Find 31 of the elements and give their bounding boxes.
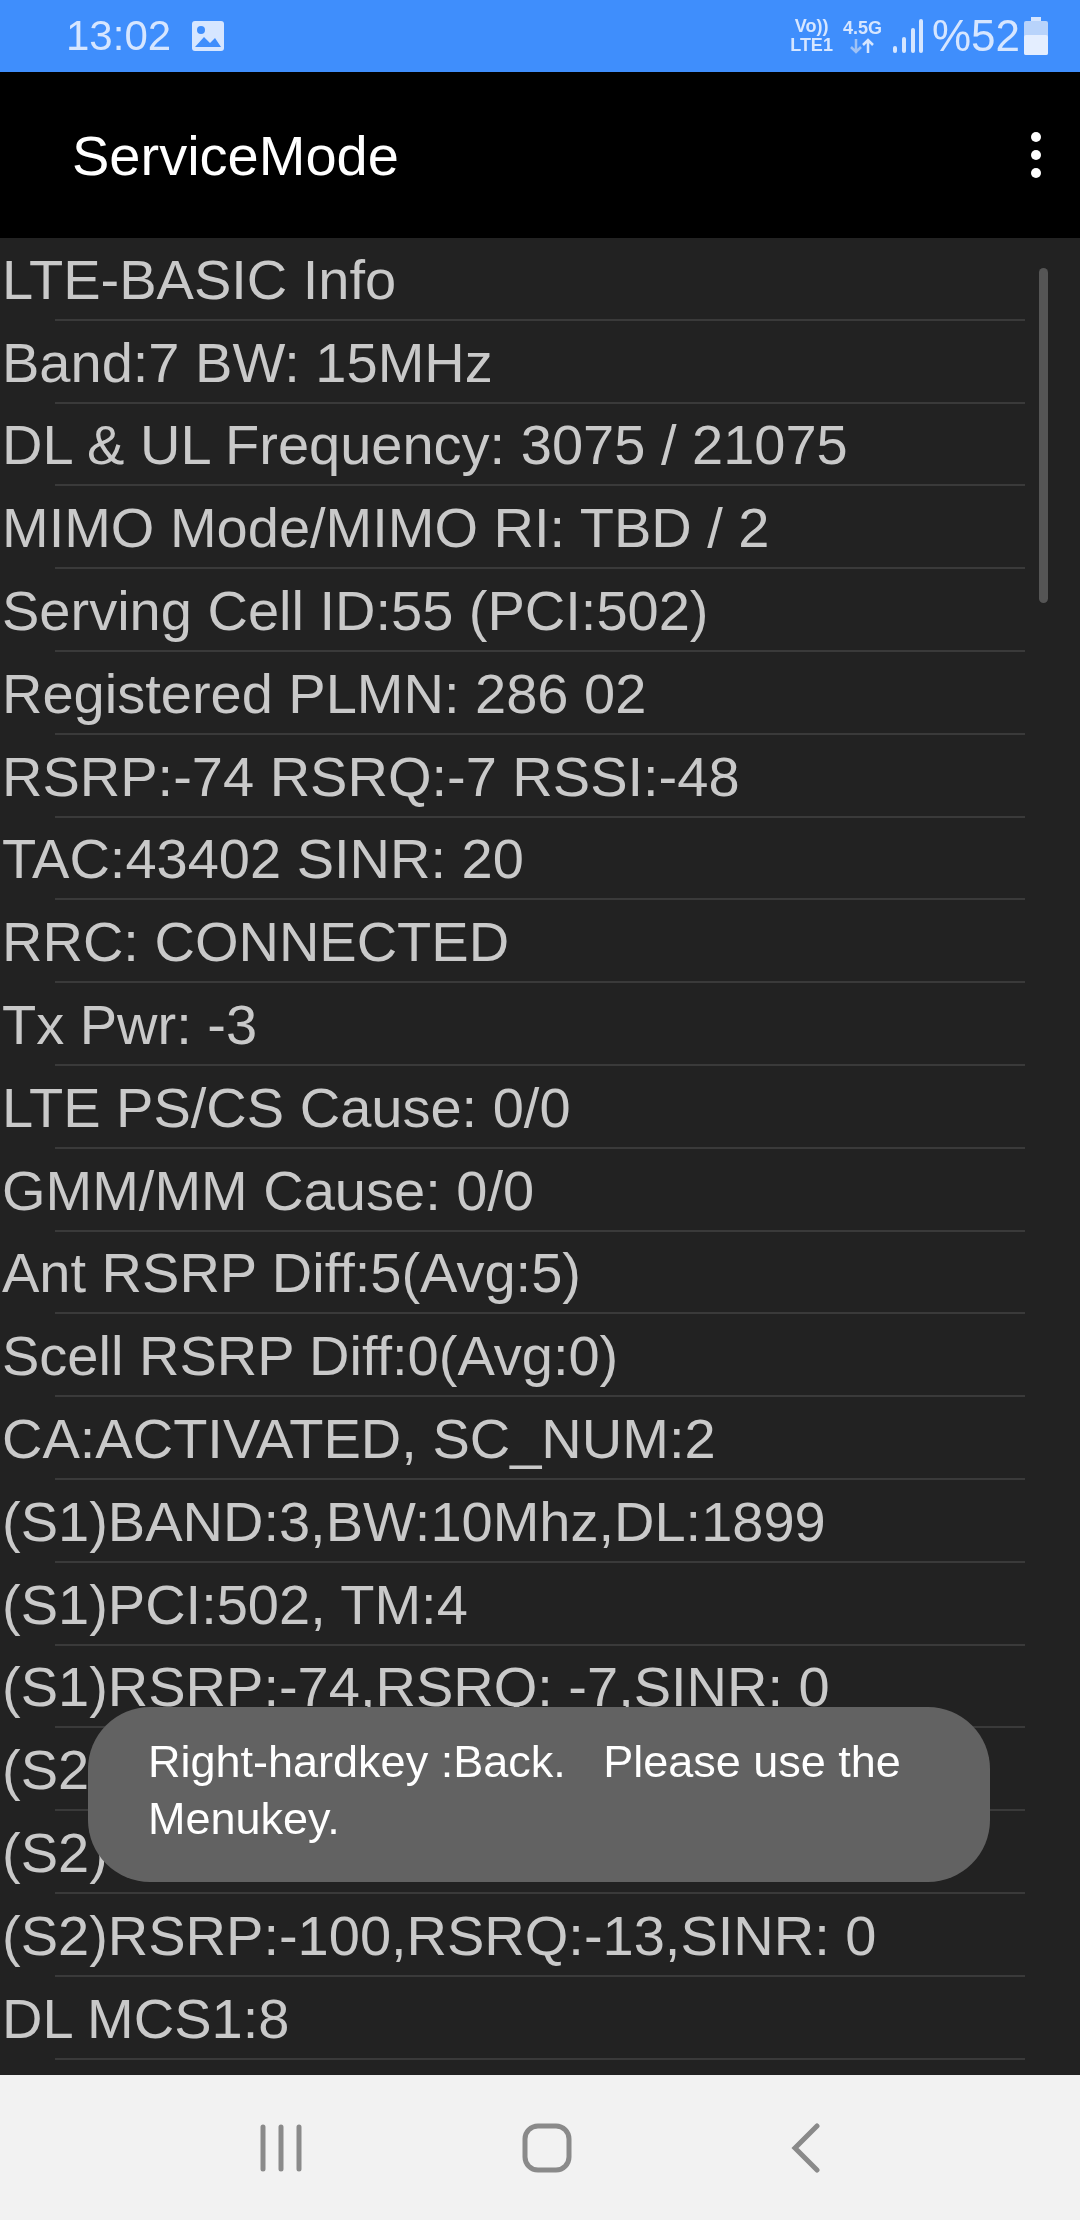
info-line: Band:7 BW: 15MHz (1, 329, 493, 395)
info-line: Registered PLMN: 286 02 (1, 660, 647, 726)
info-line: Serving Cell ID:55 (PCI:502) (1, 578, 709, 644)
info-line: TAC:43402 SINR: 20 (1, 826, 524, 892)
signal-icon (891, 18, 924, 54)
battery-percent: %52 (931, 11, 1020, 61)
clock: 13:02 (66, 12, 172, 60)
info-line: LTE PS/CS Cause: 0/0 (1, 1074, 571, 1140)
info-line: RSRP:-74 RSRQ:-7 RSSI:-48 (1, 743, 740, 809)
info-line: (S2)RSRP:-100,RSRQ:-13,SINR: 0 (1, 1902, 877, 1968)
battery-icon (1024, 17, 1048, 55)
info-line: CA:ACTIVATED, SC_NUM:2 (1, 1406, 716, 1472)
info-line: (S1)PCI:502, TM:4 (1, 1571, 468, 1637)
sim-label: LTE1 (790, 36, 833, 55)
info-line: Tx Pwr: -3 (1, 992, 258, 1058)
app-title: ServiceMode (72, 122, 400, 188)
data-arrows-icon (849, 37, 876, 54)
info-line: Ant RSRP Diff:5(Avg:5) (1, 1240, 581, 1306)
info-line: GMM/MM Cause: 0/0 (1, 1157, 535, 1223)
info-line: (S1)RSRP:-74,RSRQ: -7,SINR: 0 (1, 1654, 830, 1720)
info-line: MIMO Mode/MIMO RI: TBD / 2 (1, 495, 770, 561)
info-line: RRC: CONNECTED (1, 909, 510, 975)
info-line: Scell RSRP Diff:0(Avg:0) (1, 1323, 619, 1389)
info-line: DL & UL Frequency: 3075 / 21075 (1, 412, 848, 478)
info-line: (S2 (1, 1737, 90, 1803)
info-line: DL MCS1:8 (1, 1985, 290, 2051)
volte-indicator: Vo)) (794, 17, 829, 36)
info-line: LTE-BASIC Info (1, 246, 397, 312)
info-line: (S1)BAND:3,BW:10Mhz,DL:1899 (1, 1488, 826, 1554)
image-icon (191, 20, 226, 52)
network-type: 4.5G (842, 18, 882, 38)
